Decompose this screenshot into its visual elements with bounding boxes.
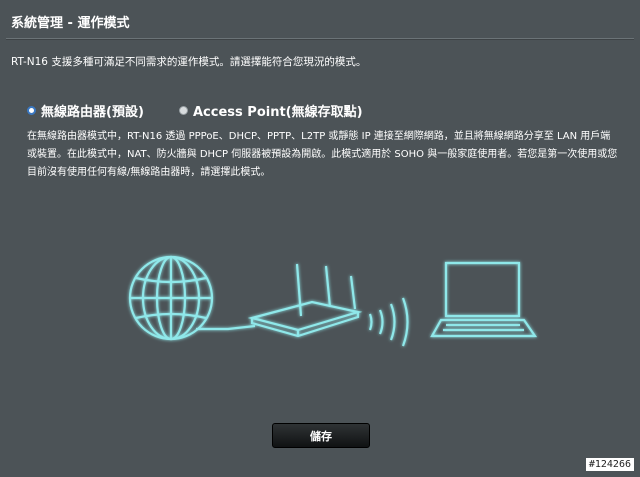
description-line: 或裝置。在此模式中，NAT、防火牆與 DHCP 伺服器被預設為開啟。此模式適用於…: [27, 149, 618, 160]
description-line: 在無線路由器模式中，RT-N16 透過 PPPoE、DHCP、PPTP、L2TP…: [27, 131, 611, 142]
mode-description: 在無線路由器模式中，RT-N16 透過 PPPoE、DHCP、PPTP、L2TP…: [27, 128, 627, 182]
radio-selected-icon[interactable]: [27, 105, 36, 115]
intro-text: RT-N16 支援多種可滿足不同需求的運作模式。請選擇能符合您現況的模式。: [11, 56, 367, 68]
page-title: 系統管理 - 運作模式: [11, 16, 130, 31]
title-divider: [6, 38, 634, 40]
mode-option-wireless-router[interactable]: 無線路由器(預設): [27, 102, 144, 120]
save-button[interactable]: 儲存: [272, 423, 370, 448]
watermark-label: #124266: [585, 458, 634, 471]
cable-line: [196, 324, 256, 331]
description-line: 目前沒有使用任何有線/無線路由器時，請選擇此模式。: [27, 167, 271, 178]
mode-label-wireless-router: 無線路由器(預設): [41, 104, 144, 120]
mode-label-access-point: Access Point(無線存取點): [193, 104, 363, 120]
wireless-signal-icon: [368, 297, 409, 347]
router-icon: [247, 263, 363, 338]
laptop-icon: [430, 261, 538, 338]
mode-option-access-point[interactable]: Access Point(無線存取點): [179, 102, 363, 120]
globe-icon: [128, 255, 214, 341]
radio-unselected-icon[interactable]: [179, 105, 188, 115]
network-illustration: [128, 255, 538, 347]
